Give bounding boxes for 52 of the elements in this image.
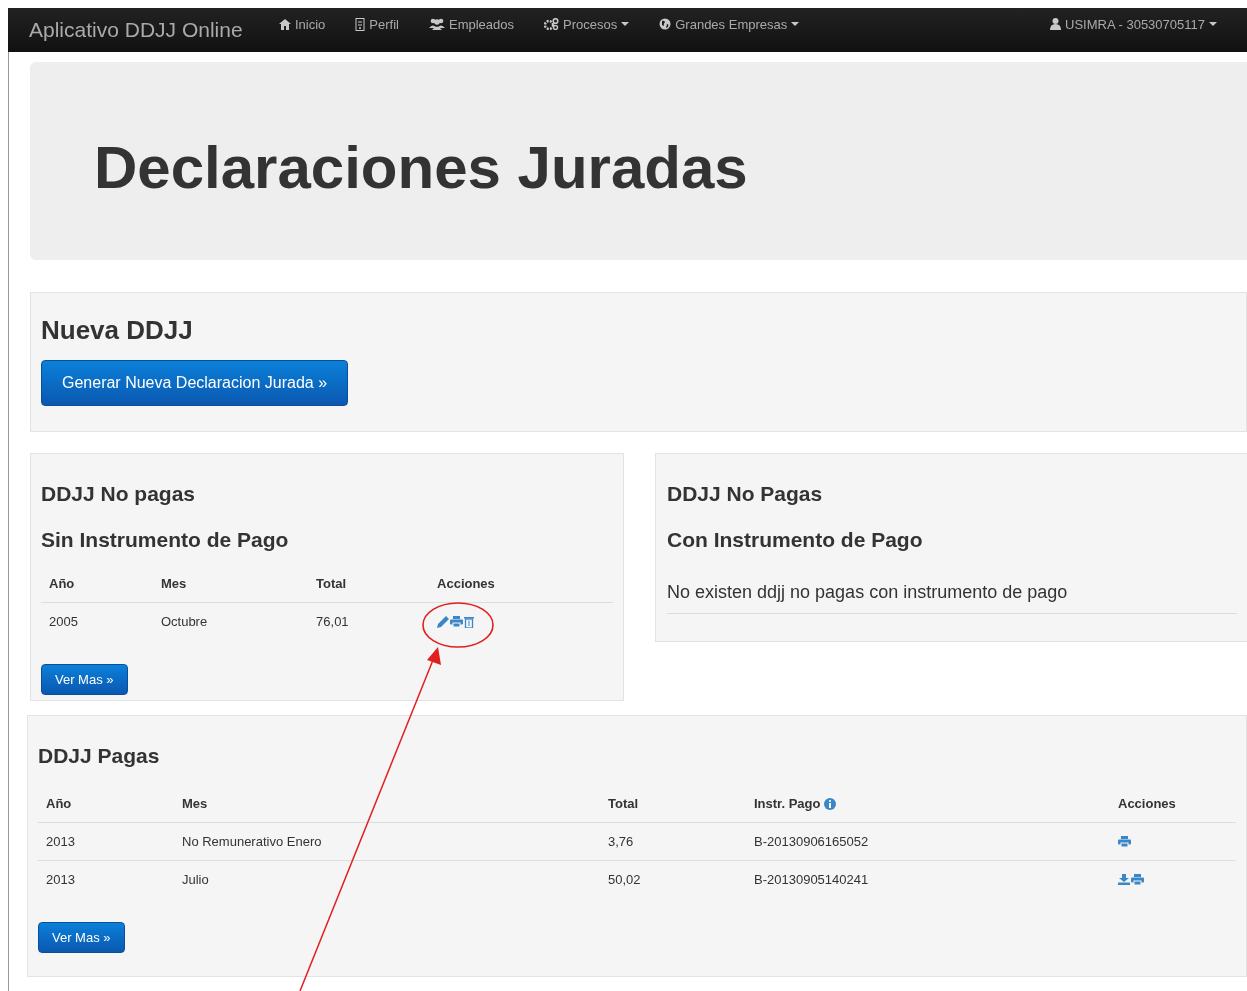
column-header: Acciones [429, 576, 613, 603]
user-icon [1050, 18, 1062, 30]
more-button[interactable]: Ver Mas » [41, 664, 128, 695]
section-subtitle: Con Instrumento de Pago [667, 528, 924, 552]
globe-icon [659, 18, 672, 30]
table-cell: 50,02 [600, 860, 746, 898]
print-icon[interactable] [450, 616, 464, 627]
trash-icon[interactable] [464, 615, 475, 628]
nav-item[interactable]: Perfil [355, 16, 399, 32]
column-header: Instr. Pago [754, 796, 821, 811]
column-header: Acciones [1118, 796, 1176, 811]
nav-item[interactable]: Grandes Empresas [659, 16, 800, 32]
table-cell: 2013 [38, 822, 174, 861]
nav-item[interactable]: Inicio [279, 16, 326, 32]
table-cell: 2013 [38, 860, 174, 898]
table-cell: B-20130906165052 [746, 822, 1110, 861]
download-icon[interactable] [1118, 874, 1130, 885]
column-header: Año [41, 576, 153, 603]
column-header: Mes [182, 796, 208, 811]
table-cell: No Remunerativo Enero [174, 822, 600, 861]
table-cell: 3,76 [600, 822, 746, 861]
table-cell: Julio [174, 860, 600, 898]
nav-item[interactable]: Procesos [544, 16, 630, 32]
empty-message: No existen ddjj no pagas con instrumento de pago [667, 582, 1237, 614]
section-title: DDJJ No pagas [41, 482, 197, 506]
column-header: Total [608, 796, 639, 811]
section-subtitle: Sin Instrumento de Pago [41, 528, 290, 552]
section-title: DDJJ Pagas [38, 744, 161, 768]
home-icon [279, 18, 291, 30]
table-cell: B-20130905140241 [746, 860, 1110, 898]
app-brand[interactable]: Aplicativo DDJJ Online [29, 18, 279, 42]
page-title: Declaraciones Juradas [94, 132, 748, 202]
column-header: Mes [152, 576, 309, 603]
gears-icon [544, 18, 560, 30]
section-title: Nueva DDJJ [41, 315, 194, 346]
column-header: Total [308, 576, 430, 603]
table-cell: 2005 [41, 602, 153, 640]
nav-item[interactable]: Empleados [429, 16, 515, 32]
nav-item[interactable]: USIMRA - 30530705117 [1050, 16, 1217, 32]
new-declaration-button[interactable]: Generar Nueva Declaracion Jurada » [41, 360, 349, 406]
print-icon[interactable] [1131, 874, 1144, 885]
info-icon[interactable] [824, 797, 837, 810]
pencil-icon[interactable] [437, 615, 450, 628]
users-icon [429, 18, 445, 30]
table-cell: Octubre [152, 602, 309, 640]
file-icon [355, 17, 366, 31]
section-title: DDJJ No Pagas [667, 482, 824, 506]
more-button[interactable]: Ver Mas » [38, 922, 125, 953]
column-header: Año [46, 796, 72, 811]
annotation-circle [422, 602, 494, 648]
table-cell: 76,01 [308, 602, 430, 640]
print-icon[interactable] [1118, 836, 1131, 847]
